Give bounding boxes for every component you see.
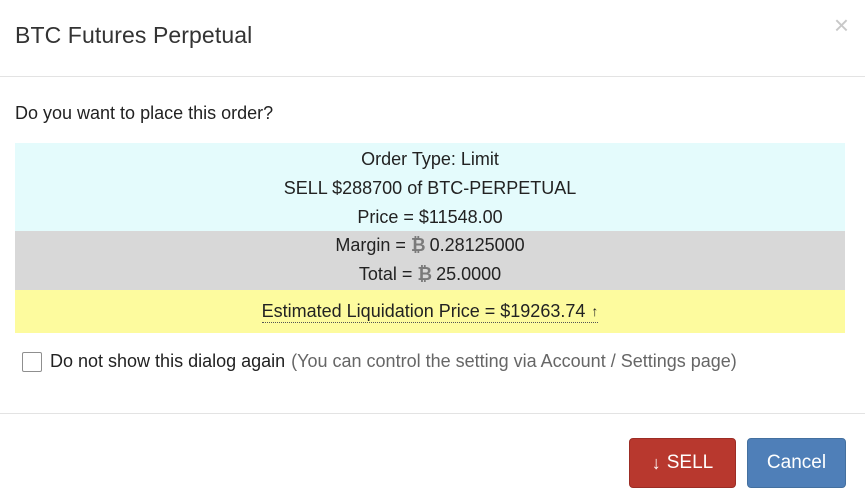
dont-show-again-checkbox[interactable] — [22, 351, 42, 372]
order-confirmation-dialog: BTC Futures Perpetual × Do you want to p… — [0, 0, 865, 504]
settings-hint: (You can control the setting via Account… — [291, 351, 737, 371]
total-line: Total = ₿ 25.0000 — [15, 260, 845, 289]
liquidation-price-text: Estimated Liquidation Price = $19263.74 — [261, 301, 586, 321]
margin-value: 0.28125000 — [429, 235, 525, 255]
dont-show-again-label[interactable]: Do not show this dialog again — [50, 351, 285, 372]
sell-button[interactable]: ↓ SELL — [629, 438, 736, 488]
dialog-title: BTC Futures Perpetual — [15, 22, 253, 48]
total-value: 25.0000 — [436, 264, 502, 284]
order-type: Order Type: Limit — [361, 149, 499, 169]
margin-label: Margin = — [335, 235, 406, 255]
order-price: Price = $11548.00 — [357, 207, 503, 227]
dont-show-again-row: Do not show this dialog again (You can c… — [22, 351, 737, 372]
cancel-button-label: Cancel — [766, 452, 827, 473]
close-icon[interactable]: × — [834, 10, 849, 40]
dialog-footer: ↓ SELL Cancel — [0, 413, 865, 504]
liquidation-block: Estimated Liquidation Price = $19263.74 … — [15, 290, 845, 333]
margin-block: Margin = ₿ 0.28125000 Total = ₿ 25.0000 — [15, 231, 845, 290]
arrow-up-icon: ↑ — [591, 303, 599, 319]
confirmation-question: Do you want to place this order? — [15, 103, 274, 123]
bitcoin-icon: ₿ — [417, 264, 433, 284]
dialog-header: BTC Futures Perpetual × — [0, 0, 865, 77]
order-summary: Order Type: Limit SELL $288700 of BTC-PE… — [15, 143, 845, 333]
order-details-block: Order Type: Limit SELL $288700 of BTC-PE… — [15, 143, 845, 231]
total-label: Total = — [358, 264, 413, 284]
arrow-down-icon: ↓ — [651, 452, 661, 473]
cancel-button[interactable]: Cancel — [747, 438, 846, 488]
order-description: SELL $288700 of BTC-PERPETUAL — [283, 178, 577, 198]
bitcoin-icon: ₿ — [410, 235, 426, 255]
sell-button-label: SELL — [666, 452, 714, 473]
margin-line: Margin = ₿ 0.28125000 — [15, 231, 845, 260]
liquidation-price[interactable]: Estimated Liquidation Price = $19263.74 … — [261, 300, 599, 323]
